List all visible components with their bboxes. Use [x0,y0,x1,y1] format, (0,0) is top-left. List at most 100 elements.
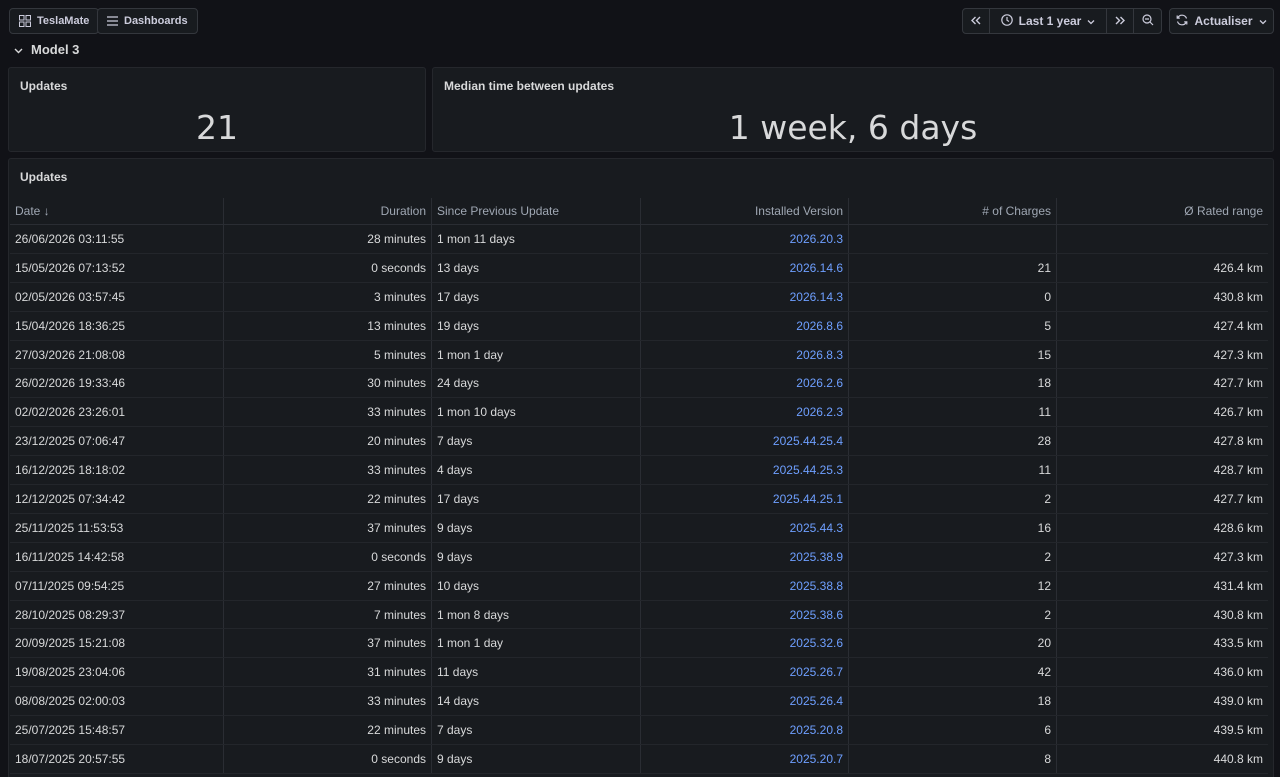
cell-duration: 5 minutes [224,340,432,369]
time-range-label: Last 1 year [1018,14,1082,28]
version-link[interactable]: 2025.20.8 [641,716,849,745]
cell-rated-range: 440.8 km [1213,751,1263,766]
cell-duration: 37 minutes [224,513,432,542]
version-link[interactable]: 2025.38.8 [641,571,849,600]
table-row: 19/08/2025 23:04:06 31 minutes 11 days 2025… [10,658,1268,688]
cell-charges: 0 [849,282,1057,311]
cell-date: 07/11/2025 09:54:25 [10,571,224,600]
row-collapse-toggle[interactable]: Model 3 [14,40,79,58]
home-button[interactable]: TeslaMate [9,8,100,34]
cell-since-previous: 4 days [432,456,641,485]
column-header-charges[interactable]: # of Charges [849,198,1057,224]
cell-rated-range: 427.4 km [1213,318,1263,333]
version-link[interactable]: 2025.26.7 [641,658,849,687]
clock-icon [1000,13,1013,29]
cell-charges: 11 [849,456,1057,485]
cell-duration: 0 seconds [224,253,432,282]
cell-date: 08/08/2025 02:00:03 [10,687,224,716]
cell-rated-range: 431.4 km [1213,578,1263,593]
cell-charges: 2 [849,600,1057,629]
cell-rated-range: 433.5 km [1213,636,1263,651]
version-link[interactable]: 2026.8.3 [641,340,849,369]
cell-charges: 2 [849,542,1057,571]
cell-rated-range: 426.7 km [1213,405,1263,420]
version-link[interactable]: 2025.20.7 [641,745,849,773]
version-link[interactable]: 2026.14.6 [641,253,849,282]
cell-charges: 20 [849,629,1057,658]
home-label: TeslaMate [37,15,90,27]
cell-rated-range: 430.8 km [1213,607,1263,622]
version-link[interactable]: 2025.44.25.3 [641,456,849,485]
chevron-down-icon [14,42,23,57]
cell-charges: 16 [849,513,1057,542]
cell-duration: 0 seconds [224,542,432,571]
version-link[interactable]: 2025.38.9 [641,542,849,571]
cell-duration: 13 minutes [224,311,432,340]
column-header-rated-range[interactable]: Ø Rated range [1057,198,1268,224]
cell-duration: 7 minutes [224,600,432,629]
refresh-group: Actualiser [1169,8,1274,34]
cell-date: 26/02/2026 19:33:46 [10,369,224,398]
column-header-date[interactable]: Date ↓ [10,198,224,224]
cell-charges: 6 [849,716,1057,745]
table-header: Date ↓ Duration Since Previous Update In… [10,198,1268,225]
column-header-since-previous[interactable]: Since Previous Update [432,198,641,224]
stat-value: 21 [196,108,238,147]
cell-since-previous: 1 mon 11 days [432,225,641,253]
double-chevron-left-icon [971,14,981,28]
cell-duration: 31 minutes [224,658,432,687]
cell-date: 16/12/2025 18:18:02 [10,456,224,485]
cell-rated-range: 439.0 km [1213,694,1263,709]
cell-date: 02/05/2026 03:57:45 [10,282,224,311]
cell-duration: 33 minutes [224,456,432,485]
version-link[interactable]: 2025.44.25.4 [641,427,849,456]
cell-date: 27/03/2026 21:08:08 [10,340,224,369]
dashboards-label: Dashboards [124,15,188,27]
cell-duration: 22 minutes [224,485,432,513]
time-picker-group: Last 1 year [962,8,1162,34]
cell-duration: 30 minutes [224,369,432,398]
cell-charges: 12 [849,571,1057,600]
table-row: 16/12/2025 18:18:02 33 minutes 4 days 2025.… [10,456,1268,486]
table-body: 26/06/2026 03:11:55 28 minutes 1 mon 11 da… [10,225,1268,774]
cell-since-previous: 1 mon 10 days [432,398,641,427]
version-link[interactable]: 2026.8.6 [641,311,849,340]
refresh-button[interactable]: Actualiser [1170,9,1273,33]
chevron-down-icon [1087,14,1095,28]
shift-forward-button[interactable] [1107,9,1134,33]
shift-back-button[interactable] [963,9,990,33]
table-row: 27/03/2026 21:08:08 5 minutes 1 mon 1 day 2… [10,340,1268,370]
stat-value: 1 week, 6 days [728,108,978,147]
table-row: 02/02/2026 23:26:01 33 minutes 1 mon 10 da… [10,398,1268,428]
table-row: 26/02/2026 19:33:46 30 minutes 24 days 2026… [10,369,1268,399]
zoom-out-button[interactable] [1134,9,1161,33]
column-header-duration[interactable]: Duration [224,198,432,224]
version-link[interactable]: 2026.14.3 [641,282,849,311]
cell-since-previous: 17 days [432,282,641,311]
cell-charges: 18 [849,687,1057,716]
version-link[interactable]: 2025.26.4 [641,687,849,716]
cell-date: 18/07/2025 20:57:55 [10,745,224,773]
cell-since-previous: 10 days [432,571,641,600]
version-link[interactable]: 2026.2.3 [641,398,849,427]
dashboards-button[interactable]: Dashboards [97,8,198,34]
version-link[interactable]: 2026.20.3 [641,225,849,253]
cell-rated-range: 427.3 km [1213,549,1263,564]
cell-since-previous: 13 days [432,253,641,282]
version-link[interactable]: 2025.44.3 [641,513,849,542]
cell-rated-range: 427.7 km [1213,491,1263,506]
cell-date: 15/04/2026 18:36:25 [10,311,224,340]
cell-rated-range: 427.8 km [1213,434,1263,449]
version-link[interactable]: 2026.2.6 [641,369,849,398]
cell-since-previous: 19 days [432,311,641,340]
cell-duration: 3 minutes [224,282,432,311]
double-chevron-right-icon [1115,14,1125,28]
table-row: 15/04/2026 18:36:25 13 minutes 19 days 2026… [10,311,1268,341]
version-link[interactable]: 2025.44.25.1 [641,485,849,513]
time-range-picker[interactable]: Last 1 year [990,9,1107,33]
version-link[interactable]: 2025.38.6 [641,600,849,629]
cell-date: 02/02/2026 23:26:01 [10,398,224,427]
column-header-version[interactable]: Installed Version [641,198,849,224]
version-link[interactable]: 2025.32.6 [641,629,849,658]
cell-rated-range: 428.7 km [1213,463,1263,478]
